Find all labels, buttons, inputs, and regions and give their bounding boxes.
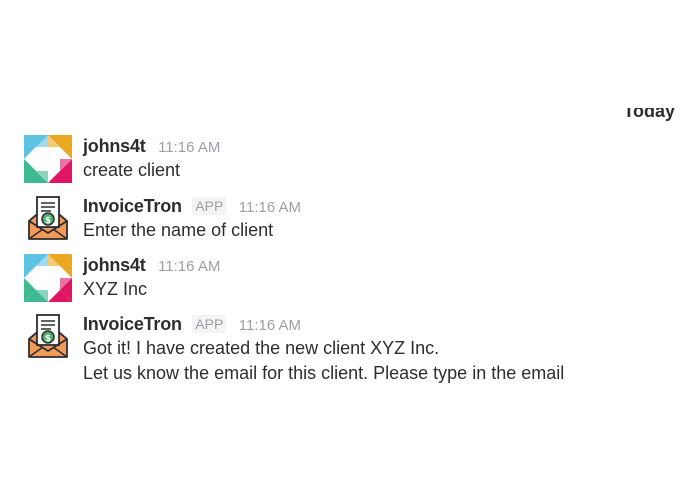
sender-name[interactable]: InvoiceTron <box>83 196 182 216</box>
message-text: create client <box>83 160 181 180</box>
day-divider: Today <box>623 108 675 121</box>
message-header: InvoiceTron APP 11:16 AM <box>83 193 301 219</box>
app-avatar[interactable]: $ <box>24 313 72 361</box>
app-avatar[interactable]: $ <box>24 195 72 243</box>
message-item[interactable]: $ InvoiceTron APP 11:16 AM Enter the nam… <box>24 193 674 245</box>
message-text: XYZ Inc <box>83 279 148 299</box>
invoice-envelope-icon: $ <box>24 195 72 243</box>
message-text: Enter the name of client <box>83 220 274 240</box>
chat-message-list[interactable]: Today johns4t 11:16 AM create client $ I… <box>0 108 695 383</box>
message-text: Got it! I have created the new client XY… <box>83 338 440 358</box>
sender-name[interactable]: johns4t <box>83 136 146 156</box>
invoice-envelope-icon: $ <box>24 313 72 361</box>
message-item[interactable]: johns4t 11:16 AM XYZ Inc <box>24 252 674 304</box>
user-avatar[interactable] <box>24 135 72 183</box>
app-badge: APP <box>192 315 227 333</box>
slack-logo-icon <box>24 135 72 183</box>
sender-name[interactable]: InvoiceTron <box>83 314 182 334</box>
message-timestamp[interactable]: 11:16 AM <box>239 199 301 216</box>
message-item[interactable]: johns4t 11:16 AM create client <box>24 133 674 185</box>
user-avatar[interactable] <box>24 254 72 302</box>
app-badge: APP <box>192 197 227 215</box>
message-header: InvoiceTron APP 11:16 AM <box>83 311 301 337</box>
message-header: johns4t 11:16 AM <box>83 252 220 278</box>
sender-name[interactable]: johns4t <box>83 255 146 275</box>
message-timestamp[interactable]: 11:16 AM <box>158 139 220 156</box>
svg-text:$: $ <box>45 334 51 344</box>
slack-logo-icon <box>24 254 72 302</box>
message-text-continued: Let us know the email for this client. P… <box>83 363 565 383</box>
message-item[interactable]: $ InvoiceTron APP 11:16 AM Got it! I hav… <box>24 311 674 383</box>
message-header: johns4t 11:16 AM <box>83 133 220 159</box>
message-timestamp[interactable]: 11:16 AM <box>158 258 220 275</box>
svg-text:$: $ <box>45 216 51 226</box>
message-timestamp[interactable]: 11:16 AM <box>239 317 301 334</box>
